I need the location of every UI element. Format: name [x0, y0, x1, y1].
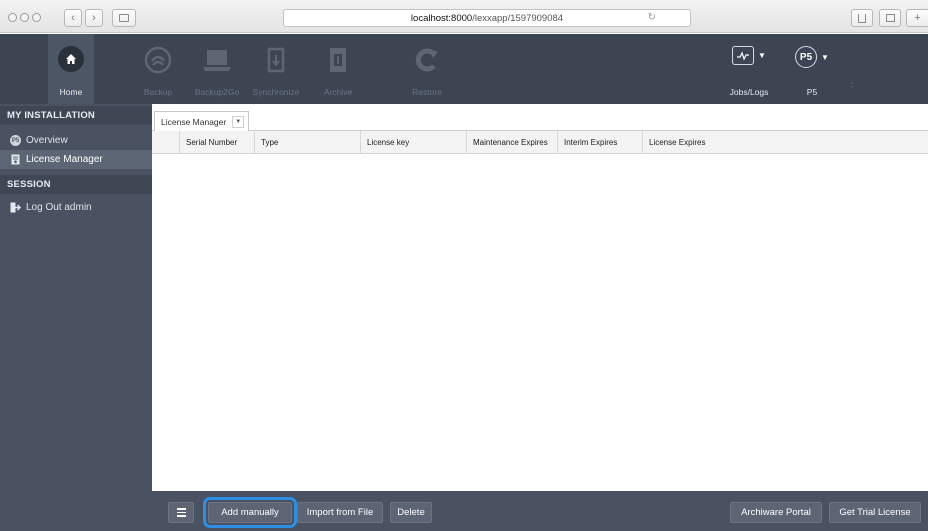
toolbar-restore[interactable]: Restore — [404, 34, 450, 104]
license-table-header: Serial Number Type License key Maintenan… — [152, 131, 928, 154]
toolbar-restore-label: Restore — [412, 87, 442, 97]
caret-down-icon: ▼ — [821, 52, 829, 62]
archive-icon — [324, 46, 352, 74]
sidebar-section-session: SESSION — [0, 175, 152, 194]
column-header-serial[interactable]: Serial Number — [180, 131, 255, 154]
more-dots-icon[interactable]: · · — [850, 76, 854, 92]
new-tab-button[interactable]: + — [906, 9, 928, 27]
add-manually-button[interactable]: Add manually — [203, 497, 297, 528]
reload-icon[interactable]: ↻ — [648, 12, 656, 23]
share-icon — [858, 13, 866, 23]
tab-menu-caret-icon[interactable]: ▼ — [232, 115, 245, 128]
sidebar-item-label: License Manager — [26, 154, 103, 165]
toolbar-synchronize[interactable]: Synchronize — [250, 34, 302, 104]
toolbar-archive-label: Archive — [323, 87, 353, 97]
restore-icon — [413, 46, 441, 74]
main-panel: License Manager ▼ Serial Number Type Lic… — [152, 104, 928, 531]
column-header-maintenance-expires[interactable]: Maintenance Expires — [467, 131, 558, 154]
logout-icon — [10, 202, 21, 213]
tabs-icon — [885, 14, 895, 22]
column-header-license-expires[interactable]: License Expires — [643, 131, 928, 154]
caret-down-icon: ▼ — [758, 51, 766, 60]
sidebar-icon — [119, 14, 129, 22]
toolbar-backup2go-label: Backup2Go — [194, 87, 240, 97]
get-trial-license-button[interactable]: Get Trial License — [829, 502, 921, 523]
toolbar-p5-menu[interactable]: P5 ▼ P5 — [790, 34, 834, 104]
column-header-interim-expires[interactable]: Interim Expires — [558, 131, 643, 154]
toolbar-backup-label: Backup — [143, 87, 173, 97]
back-button[interactable]: ‹ — [64, 9, 82, 27]
toolbar-home[interactable]: Home — [48, 34, 94, 104]
license-table-body — [152, 154, 928, 491]
toolbar-archive[interactable]: Archive — [320, 34, 356, 104]
url-path: /lexxapp/1597909084 — [472, 12, 564, 24]
license-document-icon — [10, 154, 21, 165]
browser-chrome: ‹ › localhost:8000/lexxapp/1597909084 ↻ … — [0, 0, 928, 33]
laptop-icon — [201, 46, 233, 74]
share-button[interactable] — [851, 9, 873, 27]
close-window-icon[interactable] — [8, 13, 17, 22]
sidebar-item-label: Overview — [26, 135, 68, 146]
plus-icon: + — [914, 11, 921, 24]
window-controls — [8, 13, 41, 22]
import-from-file-button[interactable]: Import from File — [297, 502, 383, 523]
toolbar-home-label: Home — [59, 87, 83, 97]
chevron-right-icon: › — [92, 11, 96, 24]
sidebar-item-license-manager[interactable]: License Manager — [0, 150, 152, 169]
minimize-window-icon[interactable] — [20, 13, 29, 22]
column-header-license-key[interactable]: License key — [361, 131, 467, 154]
action-bar: Add manually Import from File Delete Arc… — [152, 491, 928, 531]
archiware-portal-button[interactable]: Archiware Portal — [730, 502, 822, 523]
tabs-overview-button[interactable] — [879, 9, 901, 27]
toolbar-p5-label: P5 — [806, 87, 818, 97]
sidebar-item-logout[interactable]: Log Out admin — [0, 198, 152, 217]
sidebar-section-installation: MY INSTALLATION — [0, 106, 152, 125]
app-toolbar: Home Backup Backup2Go Synchronize Archiv… — [0, 34, 928, 104]
toolbar-synchronize-label: Synchronize — [252, 87, 300, 97]
hamburger-menu-icon — [176, 508, 186, 517]
sidebar: MY INSTALLATION P5 Overview License Mana… — [0, 104, 152, 531]
sync-icon — [262, 46, 290, 74]
menu-button[interactable] — [168, 502, 194, 523]
toolbar-jobs-logs[interactable]: ▼ Jobs/Logs — [724, 34, 774, 104]
sidebar-item-label: Log Out admin — [26, 202, 92, 213]
home-icon — [58, 46, 84, 72]
p5-badge-icon: P5 — [10, 135, 21, 146]
address-bar[interactable]: localhost:8000/lexxapp/1597909084 ↻ — [283, 9, 691, 27]
toolbar-jobs-logs-label: Jobs/Logs — [729, 87, 769, 97]
monitor-icon — [732, 46, 755, 65]
url-host: localhost:8000 — [410, 12, 473, 24]
toolbar-backup[interactable]: Backup — [138, 34, 178, 104]
tab-strip: License Manager ▼ — [152, 104, 928, 131]
sidebar-item-overview[interactable]: P5 Overview — [0, 131, 152, 150]
toolbar-backup2go[interactable]: Backup2Go — [194, 34, 240, 104]
tab-license-manager[interactable]: License Manager ▼ — [154, 111, 250, 131]
delete-button[interactable]: Delete — [390, 502, 432, 523]
sidebar-toggle-button[interactable] — [112, 9, 136, 27]
forward-button[interactable]: › — [85, 9, 103, 27]
backup-icon — [144, 46, 172, 74]
column-header-type[interactable]: Type — [255, 131, 361, 154]
column-header-select[interactable] — [152, 131, 180, 154]
p5-logo-icon: P5 — [795, 46, 818, 68]
zoom-window-icon[interactable] — [32, 13, 41, 22]
chevron-left-icon: ‹ — [71, 11, 75, 24]
tab-label: License Manager — [161, 116, 227, 127]
